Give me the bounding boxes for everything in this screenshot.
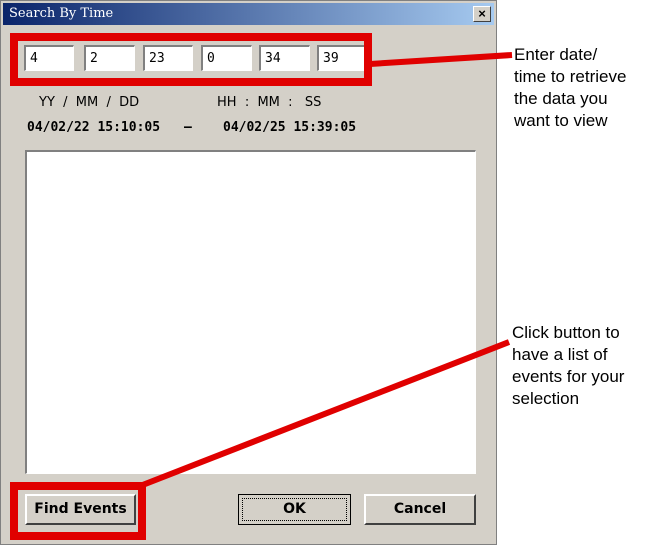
annotation-top-line: want to view (514, 111, 608, 130)
annotation-bottom-line: have a list of (512, 345, 608, 364)
annotation-top-line: the data you (514, 89, 608, 108)
annotation-bottom-line: events for your (512, 367, 625, 386)
annotation-top: Enter date/ time to retrieve the data yo… (514, 44, 626, 132)
annotation-bottom-line: selection (512, 389, 580, 408)
callout-line-bottom (138, 339, 511, 489)
annotation-bottom-line: Click button to (512, 323, 620, 342)
callout-line-top (369, 52, 513, 67)
annotation-top-line: Enter date/ (514, 45, 598, 64)
annotation-top-line: time to retrieve (514, 67, 627, 86)
annotation-bottom: Click button to have a list of events fo… (512, 322, 624, 410)
